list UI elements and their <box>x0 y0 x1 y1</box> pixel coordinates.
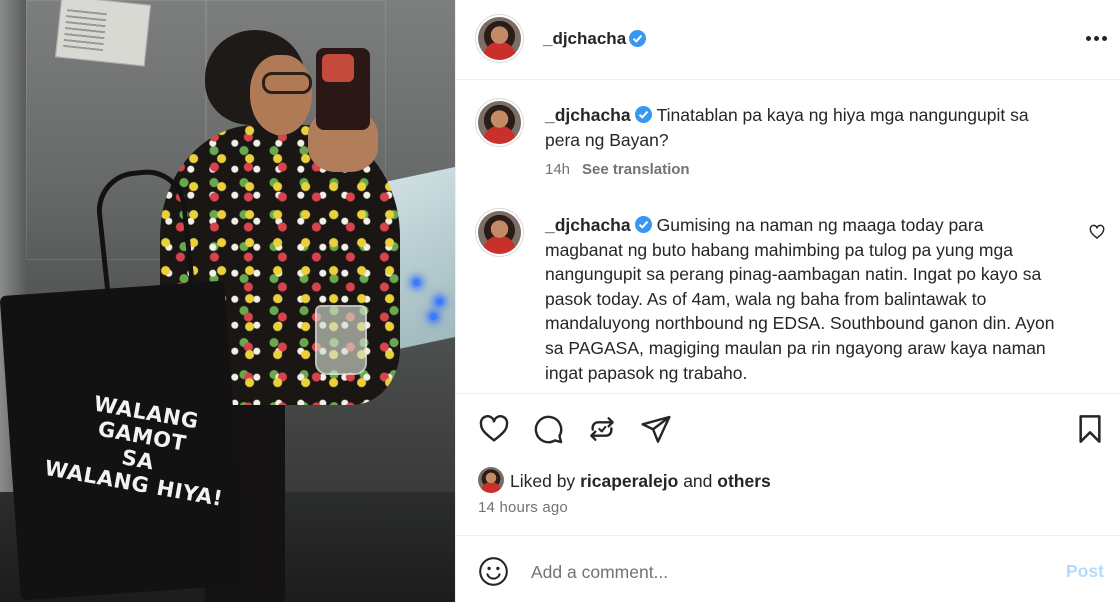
iced-drink-cup <box>315 305 367 375</box>
person-face <box>250 55 312 135</box>
verified-badge-icon <box>634 106 652 123</box>
comment: _djchacha Gumising na naman ng maaga toda… <box>545 213 1065 385</box>
more-options-icon[interactable] <box>1086 36 1108 42</box>
author-username[interactable]: _djchacha <box>543 29 626 49</box>
liker-username[interactable]: ricaperalejo <box>580 471 678 491</box>
post-sidebar: _djchacha _djchacha Tinatablan pa kaya ng… <box>455 0 1120 602</box>
save-bookmark-icon[interactable] <box>1074 413 1106 445</box>
comment-avatar[interactable] <box>478 211 521 254</box>
likes-prefix: Liked by <box>510 471 576 491</box>
emoji-smiley-icon[interactable] <box>478 556 509 587</box>
elevator-led <box>430 313 437 320</box>
post-photo[interactable]: WALANG GAMOT SA WALANG HIYA! <box>0 0 455 602</box>
add-comment-input[interactable] <box>531 559 1011 585</box>
likes-conjunction: and <box>683 471 713 491</box>
repost-icon[interactable] <box>586 413 618 445</box>
send-paper-plane-icon[interactable] <box>640 413 672 445</box>
verified-badge-icon <box>634 216 652 233</box>
elevator-led <box>413 279 420 286</box>
comment-box-divider <box>456 535 1120 536</box>
eyeglasses <box>262 72 312 94</box>
comment-username[interactable]: _djchacha <box>545 215 631 235</box>
comment-like-heart-icon[interactable] <box>1089 224 1105 240</box>
header-divider <box>456 79 1120 80</box>
comments-divider <box>456 393 1120 394</box>
like-heart-icon[interactable] <box>478 413 510 445</box>
caption-avatar[interactable] <box>478 101 521 144</box>
see-translation-link[interactable]: See translation <box>582 161 690 178</box>
verified-badge-icon <box>629 30 646 47</box>
likes-summary: Liked by ricaperalejo and others <box>510 471 771 492</box>
elevator-led <box>436 298 443 305</box>
caption-meta: 14h See translation <box>545 161 690 178</box>
likes-others-link[interactable]: others <box>717 471 770 491</box>
caption-username[interactable]: _djchacha <box>545 105 631 125</box>
comment-bubble-icon[interactable] <box>532 413 564 445</box>
comment-text: Gumising na naman ng maaga today para ma… <box>545 215 1055 383</box>
author-avatar[interactable] <box>478 17 521 60</box>
caption-time[interactable]: 14h <box>545 161 570 178</box>
post-comment-button[interactable]: Post <box>1066 561 1104 582</box>
elevator-notice <box>55 0 151 67</box>
caption: _djchacha Tinatablan pa kaya ng hiya mga … <box>545 103 1065 152</box>
liker-avatar[interactable] <box>478 467 504 493</box>
smartphone <box>316 48 370 130</box>
post-timestamp[interactable]: 14 hours ago <box>478 499 568 516</box>
